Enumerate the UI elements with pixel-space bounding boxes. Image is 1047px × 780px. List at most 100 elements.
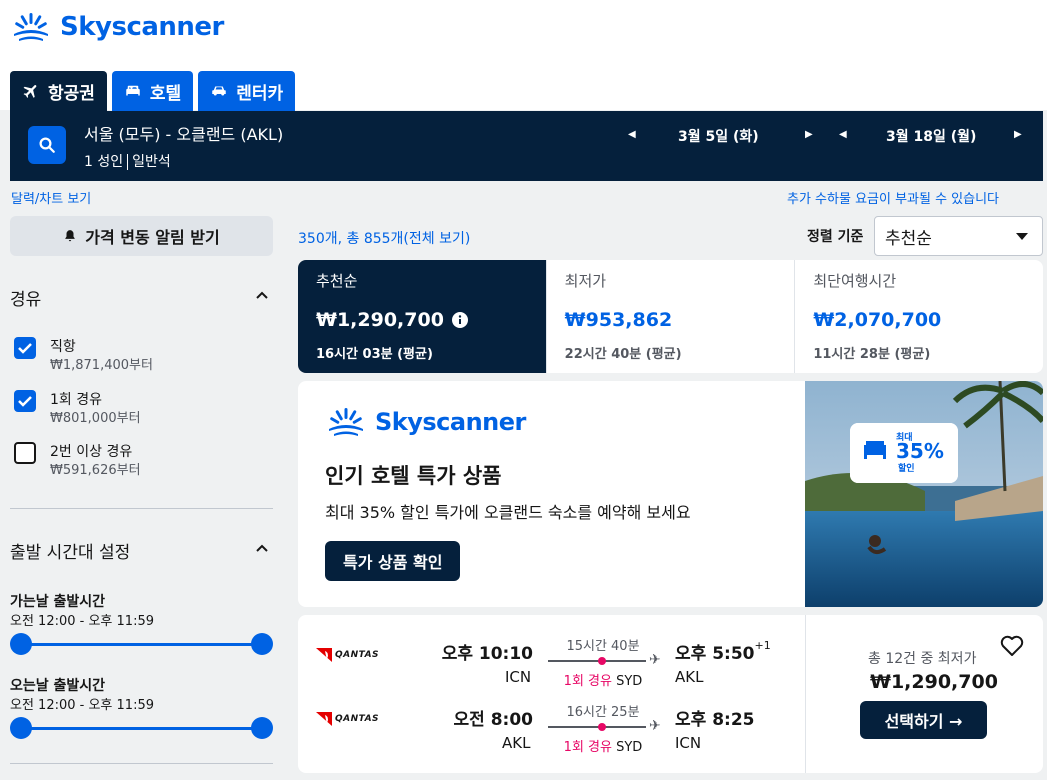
depart-prev-arrow-icon[interactable]: ◀ <box>628 129 636 140</box>
outbound-time-slider[interactable] <box>10 633 273 655</box>
sort-select-value: 추천순 <box>885 228 932 249</box>
outbound-departure-airport: ICN <box>505 668 532 686</box>
pool-photo <box>805 381 1043 607</box>
airline-name: QANTAS <box>335 650 380 660</box>
sort-tab-price: ₩1,290,700 <box>316 309 528 331</box>
tab-flights[interactable]: 항공권 <box>10 71 107 111</box>
inbound-departure-time: 오전 8:00 <box>453 710 533 730</box>
search-summary-bar[interactable]: 서울 (모두) - 오클랜드 (AKL) 1 성인 일반석 ◀ 3월 5일 (화)… <box>10 111 1043 181</box>
bed-icon <box>126 85 140 96</box>
promo-subtitle: 최대 35% 할인 특가에 오클랜드 숙소를 예약해 보세요 <box>325 503 691 522</box>
slider-handle-end[interactable] <box>251 717 273 739</box>
select-flight-button[interactable]: 선택하기 → <box>860 701 987 739</box>
outbound-duration: 15시간 40분 <box>566 639 640 654</box>
departure-times-title[interactable]: 출발 시간대 설정 <box>10 538 130 563</box>
chevron-down-icon <box>1016 233 1028 240</box>
inbound-route-line <box>548 723 646 731</box>
stops-option-one-stop[interactable]: 1회 경유 ₩801,000부터 <box>14 390 141 428</box>
slider-handle-start[interactable] <box>10 633 32 655</box>
chevron-up-icon[interactable] <box>256 542 268 554</box>
plane-icon: ✈ <box>649 718 661 734</box>
stops-filter-title[interactable]: 경유 <box>10 285 41 310</box>
sort-tab-cheapest[interactable]: 최저가 ₩953,862 22시간 40분 (평균) <box>547 260 796 373</box>
sort-label: 정렬 기준 <box>807 229 864 245</box>
inbound-departure-airport: AKL <box>502 734 531 752</box>
checkbox-checked[interactable] <box>14 337 36 359</box>
filter-divider <box>10 763 273 764</box>
car-icon <box>212 86 226 96</box>
stops-option-two-plus[interactable]: 2번 이상 경유 ₩591,626부터 <box>14 442 141 480</box>
kangaroo-tail-icon <box>316 712 332 726</box>
flight-result-card[interactable]: QANTAS 오후 10:10 ICN 15시간 40분 ✈ 1회 경유 SYD… <box>298 615 1043 773</box>
return-prev-arrow-icon[interactable]: ◀ <box>839 129 847 140</box>
tab-hotels[interactable]: 호텔 <box>111 71 194 111</box>
price-alert-button[interactable]: 가격 변동 알림 받기 <box>10 216 273 256</box>
product-tabs: 항공권 호텔 렌터카 <box>10 71 296 111</box>
sort-tab-price: ₩2,070,700 <box>813 309 942 331</box>
check-icon <box>18 343 32 354</box>
inbound-stop-count: 1회 경유 <box>563 740 612 755</box>
stops-option-direct[interactable]: 직항 ₩1,871,400부터 <box>14 337 153 375</box>
outbound-via-airport: SYD <box>616 674 643 689</box>
outbound-stop-count: 1회 경유 <box>563 674 612 689</box>
check-icon <box>18 396 32 407</box>
airline-name: QANTAS <box>335 714 380 724</box>
depart-next-arrow-icon[interactable]: ▶ <box>805 129 813 140</box>
sort-select[interactable]: 추천순 <box>874 216 1043 256</box>
hotel-promo-banner: Skyscanner 인기 호텔 특가 상품 최대 35% 할인 특가에 오클랜… <box>298 381 1043 607</box>
search-button[interactable] <box>28 126 66 164</box>
promo-cta-button[interactable]: 특가 상품 확인 <box>325 541 461 581</box>
plane-icon <box>23 85 37 98</box>
stops-option-label: 1회 경유 <box>50 392 102 408</box>
stops-option-price: ₩591,626부터 <box>50 463 141 478</box>
inbound-arrival-airport: ICN <box>675 734 702 752</box>
filter-divider <box>10 508 273 509</box>
depart-date[interactable]: 3월 5일 (화) <box>678 126 759 146</box>
slider-handle-start[interactable] <box>10 717 32 739</box>
outbound-arrival-time-value: 오후 5:50 <box>675 644 755 664</box>
return-time-slider[interactable] <box>10 717 273 739</box>
passenger-count: 1 성인 <box>84 154 124 170</box>
outbound-arrival-time: 오후 5:50+1 <box>675 639 771 664</box>
tab-car-hire[interactable]: 렌터카 <box>198 71 296 111</box>
skyscanner-logo[interactable]: Skyscanner <box>10 12 224 42</box>
sort-tab-fastest[interactable]: 최단여행시간 ₩2,070,700 11시간 28분 (평균) <box>795 260 1043 373</box>
inbound-stops: 1회 경유 SYD <box>548 736 658 755</box>
chevron-up-icon[interactable] <box>256 289 268 301</box>
results-count-link[interactable]: 350개, 총 855개(전체 보기) <box>298 228 470 248</box>
heart-icon[interactable] <box>1000 635 1024 657</box>
stops-option-price: ₩801,000부터 <box>50 411 141 426</box>
badge-bottom-text: 할인 <box>898 464 915 474</box>
stop-dot <box>598 657 606 665</box>
return-next-arrow-icon[interactable]: ▶ <box>1014 129 1022 140</box>
info-icon[interactable] <box>451 312 468 328</box>
separator <box>127 154 129 170</box>
promo-brand-name: Skyscanner <box>375 408 526 436</box>
outbound-arrival-airport: AKL <box>675 668 704 686</box>
outbound-stops: 1회 경유 SYD <box>548 670 658 689</box>
sort-tab-duration: 11시간 28분 (평균) <box>813 347 931 362</box>
price-alert-label: 가격 변동 알림 받기 <box>85 228 220 247</box>
promo-logo: Skyscanner <box>325 407 526 437</box>
baggage-fees-link[interactable]: 추가 수하물 요금이 부과될 수 있습니다 <box>787 188 999 207</box>
plane-icon: ✈ <box>649 652 661 668</box>
passenger-summary[interactable]: 1 성인 일반석 <box>84 151 171 171</box>
header: Skyscanner 항공권 호텔 렌터카 <box>0 0 1047 111</box>
slider-handle-end[interactable] <box>251 633 273 655</box>
search-icon <box>39 137 55 153</box>
sort-tab-price: ₩953,862 <box>564 309 673 331</box>
stops-option-label: 직항 <box>50 339 76 355</box>
outbound-departure-time: 오후 10:10 <box>441 644 533 664</box>
deal-summary: 총 12건 중 최저가 <box>868 651 977 667</box>
outbound-time-range: 오전 12:00 - 오후 11:59 <box>10 614 154 629</box>
return-date[interactable]: 3월 18일 (월) <box>886 126 976 146</box>
day-offset: +1 <box>754 639 771 652</box>
calendar-view-link[interactable]: 달력/차트 보기 <box>11 188 91 207</box>
checkbox-checked[interactable] <box>14 390 36 412</box>
checkbox-unchecked[interactable] <box>14 442 36 464</box>
route-text[interactable]: 서울 (모두) - 오클랜드 (AKL) <box>84 121 283 145</box>
sort-tab-best[interactable]: 추천순 ₩1,290,700 16시간 03분 (평균) <box>298 260 547 373</box>
stops-option-label: 2번 이상 경유 <box>50 444 133 460</box>
outbound-time-title: 가는날 출발시간 <box>10 594 106 610</box>
inbound-via-airport: SYD <box>616 740 643 755</box>
